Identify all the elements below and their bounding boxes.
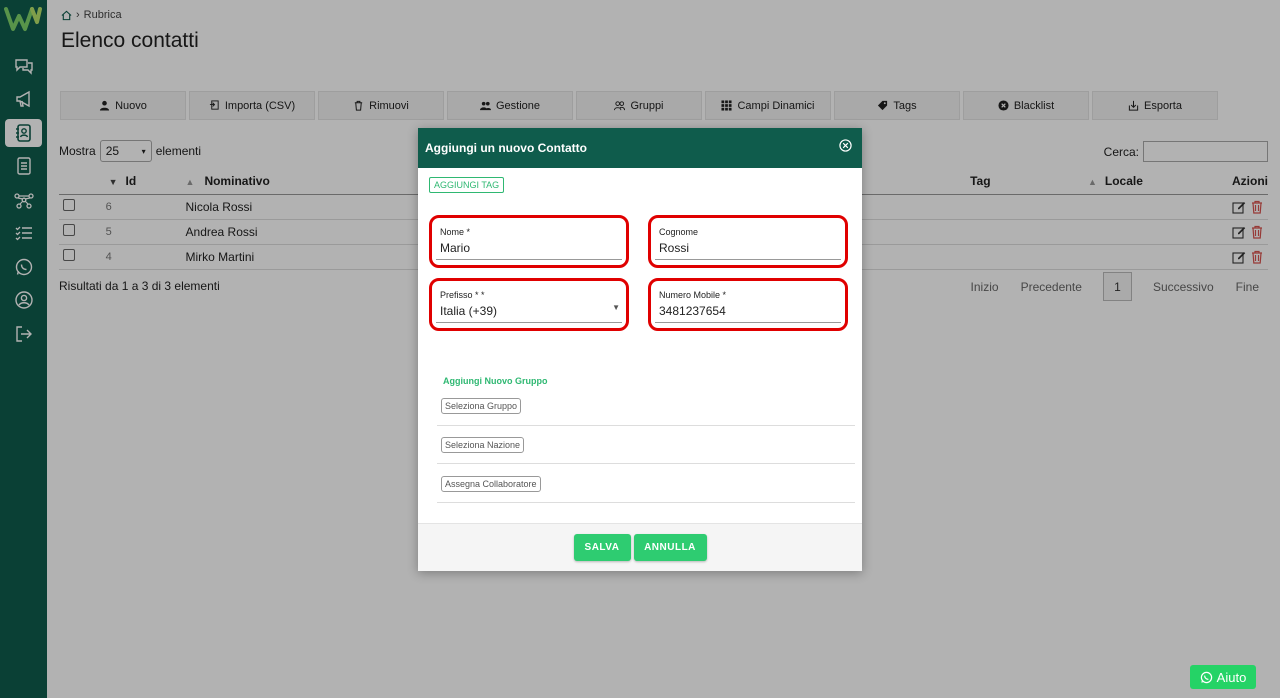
close-button[interactable] (839, 139, 852, 157)
mobile-number-field[interactable]: Numero Mobile * 3481237654 (648, 278, 848, 331)
modal-header: Aggiungi un nuovo Contatto (418, 128, 862, 168)
mobile-number-value: 3481237654 (659, 304, 726, 318)
country-row: Seleziona Nazione (437, 426, 855, 464)
group-row: Seleziona Gruppo (437, 388, 855, 426)
last-name-field[interactable]: Cognome Rossi (648, 215, 848, 268)
help-button[interactable]: Aiuto (1190, 665, 1256, 689)
first-name-value: Mario (440, 241, 471, 255)
select-country-chip[interactable]: Seleziona Nazione (441, 437, 525, 453)
close-icon (839, 139, 852, 152)
first-name-field[interactable]: Nome * Mario (429, 215, 629, 268)
last-name-value: Rossi (659, 241, 690, 255)
collaborator-row: Assegna Collaboratore (437, 465, 855, 503)
select-group-chip[interactable]: Seleziona Gruppo (441, 398, 522, 414)
save-button[interactable]: SALVA (573, 534, 631, 561)
cancel-button[interactable]: ANNULLA (633, 534, 707, 561)
assign-collaborator-chip[interactable]: Assegna Collaboratore (441, 476, 541, 492)
add-contact-modal: Aggiungi un nuovo Contatto AGGIUNGI TAG … (418, 128, 862, 571)
modal-footer: SALVA ANNULLA (418, 523, 862, 571)
add-tag-button[interactable]: AGGIUNGI TAG (429, 177, 505, 193)
prefix-select[interactable]: Prefisso * * Italia (+39) ▼ (429, 278, 629, 331)
modal-title: Aggiungi un nuovo Contatto (425, 141, 587, 155)
prefix-value: Italia (+39) (440, 304, 498, 318)
whatsapp-icon (1200, 671, 1212, 683)
add-group-link[interactable]: Aggiungi Nuovo Gruppo (443, 376, 547, 386)
caret-down-icon: ▼ (612, 303, 620, 312)
